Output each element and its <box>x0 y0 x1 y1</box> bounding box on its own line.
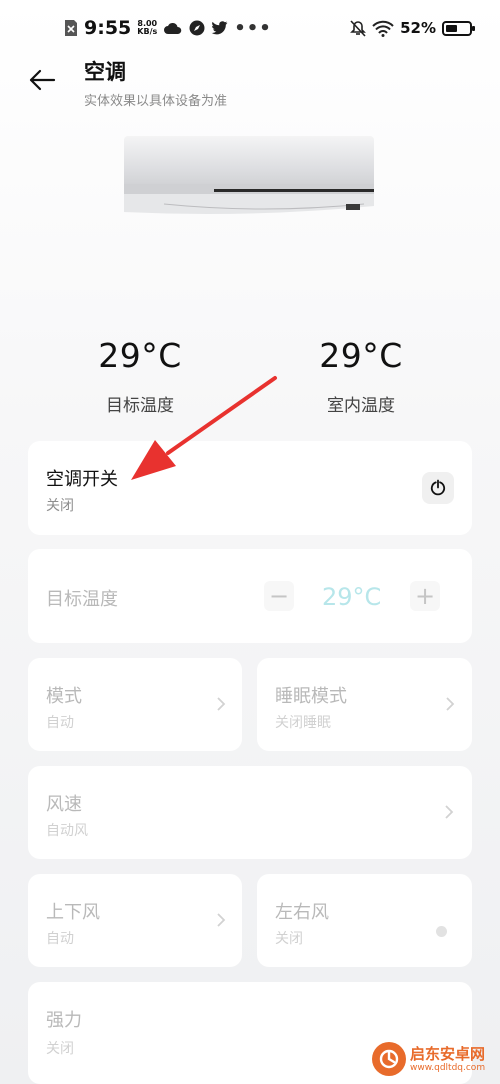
vertical-swing-status: 自动 <box>46 931 74 947</box>
horizontal-swing-status: 关闭 <box>275 931 303 947</box>
chevron-right-icon <box>446 697 455 711</box>
chevron-right-icon <box>217 697 226 711</box>
page-subtitle: 实体效果以具体设备为准 <box>84 94 228 109</box>
horizontal-swing-title: 左右风 <box>275 902 329 923</box>
decrease-temp-button[interactable]: − <box>264 581 294 611</box>
turbo-status: 关闭 <box>46 1041 74 1057</box>
watermark-name: 启东安卓网 <box>410 1044 486 1063</box>
more-notifications-icon: ••• <box>234 17 272 39</box>
sleep-mode-title: 睡眠模式 <box>275 686 347 707</box>
watermark-url: www.qdltdq.com <box>410 1062 486 1073</box>
battery-percent: 52% <box>400 19 436 37</box>
indoor-temp-label: 室内温度 <box>327 396 395 416</box>
sleep-mode-status: 关闭睡眠 <box>275 715 331 731</box>
target-temp-stepper-value: 29°C <box>322 583 382 611</box>
vertical-swing-card[interactable]: 上下风 自动 <box>28 874 242 967</box>
horizontal-swing-card[interactable]: 左右风 关闭 <box>257 874 472 967</box>
status-bar: 9:55 8.00 KB/s ••• 52% <box>0 0 500 56</box>
mode-status: 自动 <box>46 715 74 731</box>
fan-speed-card[interactable]: 风速 自动风 <box>28 766 472 859</box>
watermark-logo-icon <box>372 1042 406 1076</box>
air-conditioner-image <box>124 136 374 214</box>
power-status: 关闭 <box>46 498 74 514</box>
fan-speed-status: 自动风 <box>46 823 88 839</box>
power-title: 空调开关 <box>46 469 118 490</box>
power-icon <box>430 479 446 496</box>
sim-icon <box>64 19 78 37</box>
turbo-title: 强力 <box>46 1010 82 1031</box>
chevron-right-icon <box>217 913 226 927</box>
target-temp-card: 目标温度 − 29°C + <box>28 549 472 643</box>
cloud-icon <box>163 21 183 35</box>
target-temp-display: 29°C 目标温度 <box>70 336 210 416</box>
mute-icon <box>350 19 367 37</box>
indoor-temp-display: 29°C 室内温度 <box>291 336 431 416</box>
target-temp-title: 目标温度 <box>46 589 118 610</box>
chevron-right-icon <box>445 805 454 819</box>
increase-temp-button[interactable]: + <box>410 581 440 611</box>
back-button[interactable] <box>26 64 58 96</box>
vertical-swing-title: 上下风 <box>46 902 100 923</box>
power-button[interactable] <box>422 472 454 504</box>
twitter-icon <box>211 21 228 35</box>
watermark: 启东安卓网 www.qdltdq.com <box>372 1042 485 1076</box>
network-speed: 8.00 KB/s <box>137 19 158 36</box>
battery-icon <box>442 20 475 36</box>
mode-title: 模式 <box>46 686 82 707</box>
fan-speed-title: 风速 <box>46 794 82 815</box>
target-temp-value: 29°C <box>98 336 182 375</box>
horizontal-swing-toggle[interactable] <box>436 926 447 937</box>
wifi-icon <box>372 20 394 37</box>
sleep-mode-card[interactable]: 睡眠模式 关闭睡眠 <box>257 658 472 751</box>
mode-card[interactable]: 模式 自动 <box>28 658 242 751</box>
page-title: 空调 <box>84 60 126 84</box>
power-card[interactable]: 空调开关 关闭 <box>28 441 472 535</box>
back-arrow-icon <box>29 69 56 91</box>
compass-icon <box>189 20 205 36</box>
clock: 9:55 <box>84 17 132 39</box>
indoor-temp-value: 29°C <box>319 336 403 375</box>
target-temp-label: 目标温度 <box>106 396 174 416</box>
